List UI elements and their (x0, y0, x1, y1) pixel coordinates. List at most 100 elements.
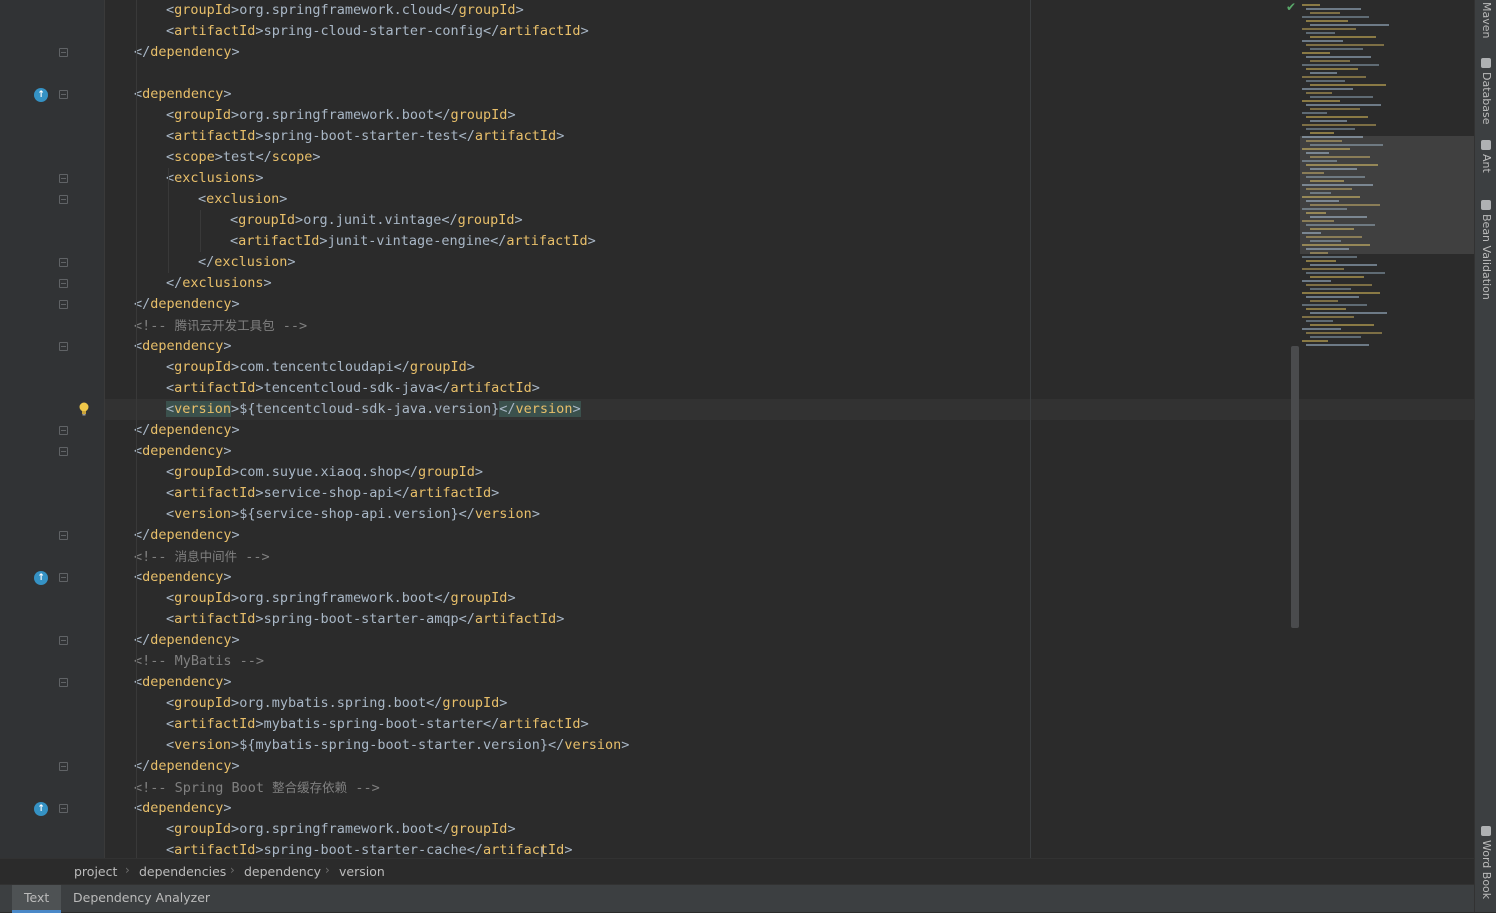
code-line[interactable]: <dependency> (105, 84, 1474, 105)
code-line[interactable]: <artifactId>junit-vintage-engine</artifa… (105, 231, 1474, 252)
line-number[interactable] (0, 609, 28, 630)
line-number[interactable] (0, 399, 28, 420)
line-number[interactable] (0, 672, 28, 693)
check-icon[interactable]: ✔ (1286, 0, 1296, 14)
fold-toggle-icon[interactable] (59, 447, 68, 456)
line-number[interactable] (0, 483, 28, 504)
code-line[interactable]: <groupId>org.springframework.boot</group… (105, 105, 1474, 126)
code-line[interactable]: <groupId>org.mybatis.spring.boot</groupI… (105, 693, 1474, 714)
line-number[interactable] (0, 735, 28, 756)
fold-toggle-icon[interactable] (59, 300, 68, 309)
line-number[interactable] (0, 0, 28, 21)
fold-toggle-icon[interactable] (59, 804, 68, 813)
code-line[interactable]: <groupId>com.suyue.xiaoq.shop</groupId> (105, 462, 1474, 483)
line-number[interactable] (0, 357, 28, 378)
fold-toggle-icon[interactable] (59, 342, 68, 351)
tool-window-tab[interactable]: Maven (1477, 2, 1495, 38)
breadcrumb-item[interactable]: version (339, 864, 385, 879)
code-line[interactable]: <dependency> (105, 672, 1474, 693)
line-number[interactable] (0, 294, 28, 315)
fold-toggle-icon[interactable] (59, 762, 68, 771)
code-line[interactable]: <artifactId>spring-cloud-starter-config<… (105, 21, 1474, 42)
fold-toggle-icon[interactable] (59, 531, 68, 540)
line-number[interactable] (0, 588, 28, 609)
lightbulb-icon[interactable] (77, 401, 91, 417)
tool-window-tab[interactable]: Database (1477, 58, 1495, 125)
code-line[interactable]: <dependency> (105, 441, 1474, 462)
code-line[interactable]: <artifactId>tencentcloud-sdk-java</artif… (105, 378, 1474, 399)
fold-toggle-icon[interactable] (59, 426, 68, 435)
line-number[interactable] (0, 525, 28, 546)
code-line[interactable]: <artifactId>spring-boot-starter-test</ar… (105, 126, 1474, 147)
line-number[interactable] (0, 651, 28, 672)
code-line[interactable]: </dependency> (105, 525, 1474, 546)
line-number[interactable] (0, 315, 28, 336)
override-gutter-icon[interactable]: ↑ (34, 802, 48, 816)
code-line[interactable]: </exclusions> (105, 273, 1474, 294)
breadcrumb-item[interactable]: dependencies (139, 864, 226, 879)
line-number[interactable] (0, 798, 28, 819)
fold-toggle-icon[interactable] (59, 573, 68, 582)
code-line[interactable]: <scope>test</scope> (105, 147, 1474, 168)
line-number[interactable] (0, 546, 28, 567)
line-number[interactable] (0, 630, 28, 651)
line-number[interactable] (0, 567, 28, 588)
editor-gutter[interactable]: ↑ ↑ ↑ (0, 0, 104, 858)
vertical-scrollbar-thumb[interactable] (1291, 346, 1299, 628)
fold-toggle-icon[interactable] (59, 90, 68, 99)
code-line[interactable]: <dependency> (105, 798, 1474, 819)
code-line[interactable]: <groupId>com.tencentcloudapi</groupId> (105, 357, 1474, 378)
fold-toggle-icon[interactable] (59, 48, 68, 57)
code-line[interactable]: <groupId>org.springframework.boot</group… (105, 819, 1474, 840)
code-line[interactable] (105, 63, 1474, 84)
line-number[interactable] (0, 840, 28, 858)
code-line[interactable]: <!-- MyBatis --> (105, 651, 1474, 672)
tool-window-tab[interactable]: Word Book (1477, 826, 1495, 899)
line-number[interactable] (0, 42, 28, 63)
code-line[interactable]: </dependency> (105, 420, 1474, 441)
line-number[interactable] (0, 777, 28, 798)
minimap-viewport[interactable] (1300, 136, 1474, 254)
line-number[interactable] (0, 273, 28, 294)
code-line[interactable]: <artifactId>mybatis-spring-boot-starter<… (105, 714, 1474, 735)
line-number[interactable] (0, 210, 28, 231)
code-line[interactable]: <exclusion> (105, 189, 1474, 210)
line-number[interactable] (0, 756, 28, 777)
line-number[interactable] (0, 63, 28, 84)
line-number[interactable] (0, 147, 28, 168)
code-line[interactable]: </dependency> (105, 294, 1474, 315)
code-line[interactable]: <!-- 腾讯云开发工具包 --> (105, 315, 1474, 336)
line-number[interactable] (0, 819, 28, 840)
override-gutter-icon[interactable]: ↑ (34, 571, 48, 585)
code-line[interactable]: </dependency> (105, 630, 1474, 651)
code-line[interactable]: <groupId>org.junit.vintage</groupId> (105, 210, 1474, 231)
code-line[interactable]: <dependency> (105, 567, 1474, 588)
line-number[interactable] (0, 252, 28, 273)
breadcrumb-item[interactable]: dependency (244, 864, 321, 879)
fold-toggle-icon[interactable] (59, 279, 68, 288)
line-number[interactable] (0, 21, 28, 42)
code-line[interactable]: <exclusions> (105, 168, 1474, 189)
line-number[interactable] (0, 189, 28, 210)
code-line[interactable]: <version>${mybatis-spring-boot-starter.v… (105, 735, 1474, 756)
code-line[interactable]: <artifactId>spring-boot-starter-amqp</ar… (105, 609, 1474, 630)
code-line[interactable]: <!-- Spring Boot 整合缓存依赖 --> (105, 777, 1474, 798)
fold-toggle-icon[interactable] (59, 195, 68, 204)
code-line[interactable]: <version>${service-shop-api.version}</ve… (105, 504, 1474, 525)
line-number[interactable] (0, 504, 28, 525)
line-number[interactable] (0, 420, 28, 441)
code-line[interactable]: <artifactId>service-shop-api</artifactId… (105, 483, 1474, 504)
code-line[interactable]: <version>${tencentcloud-sdk-java.version… (105, 399, 1474, 420)
editor-tab[interactable]: Dependency Analyzer (61, 885, 222, 913)
line-number[interactable] (0, 84, 28, 105)
line-number[interactable] (0, 714, 28, 735)
code-line[interactable]: </dependency> (105, 756, 1474, 777)
code-line[interactable]: </dependency> (105, 42, 1474, 63)
fold-toggle-icon[interactable] (59, 636, 68, 645)
fold-toggle-icon[interactable] (59, 174, 68, 183)
line-number[interactable] (0, 462, 28, 483)
fold-toggle-icon[interactable] (59, 678, 68, 687)
editor-tab[interactable]: Text (12, 885, 62, 913)
line-number[interactable] (0, 378, 28, 399)
code-line[interactable]: <!-- 消息中间件 --> (105, 546, 1474, 567)
